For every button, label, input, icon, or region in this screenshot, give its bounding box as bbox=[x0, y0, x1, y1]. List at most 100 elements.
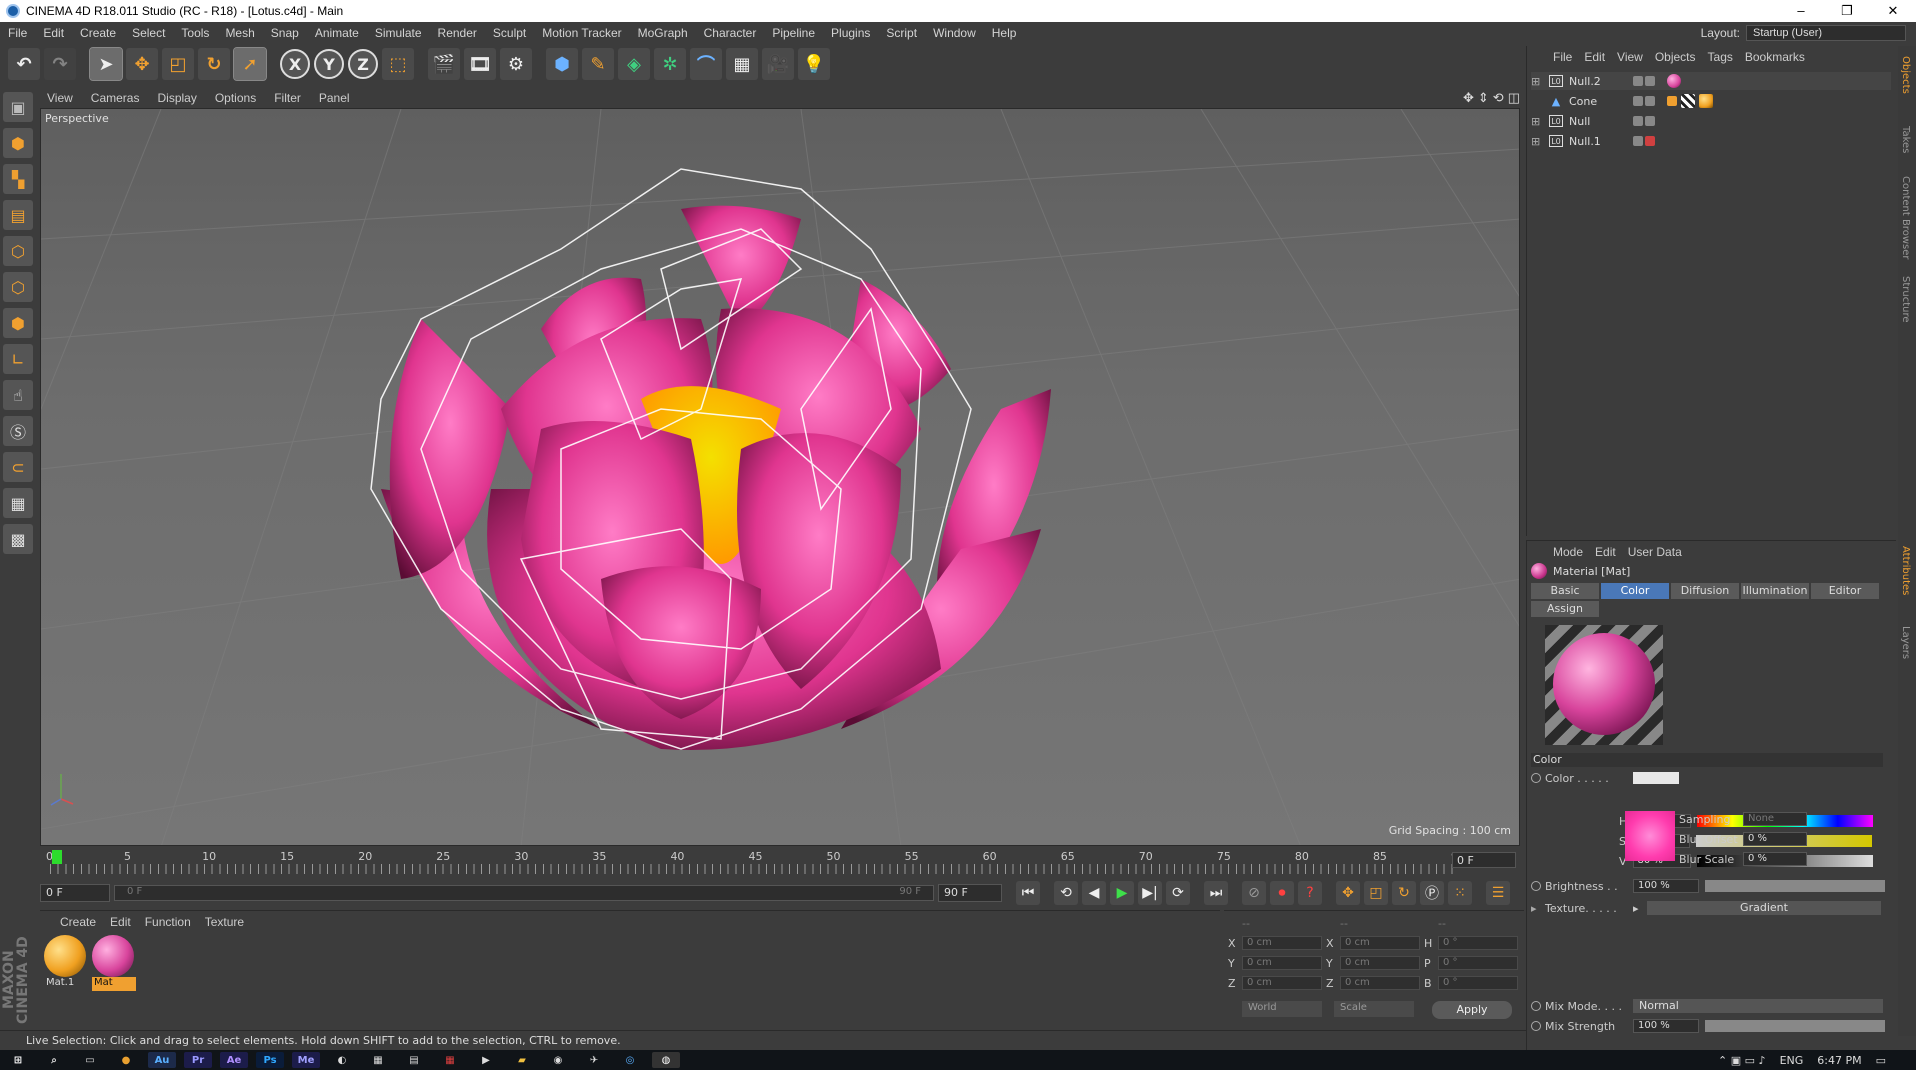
record-active-objects-icon[interactable]: ⊘ bbox=[1242, 881, 1266, 905]
record-rotation-icon[interactable]: ↻ bbox=[1392, 881, 1416, 905]
notifications-icon[interactable]: ▭ bbox=[1876, 1054, 1886, 1067]
menu-mesh[interactable]: Mesh bbox=[217, 26, 262, 40]
photoshop-icon[interactable]: Ps bbox=[256, 1052, 284, 1068]
zoom-view-icon[interactable]: ⇕ bbox=[1478, 90, 1489, 106]
minimize-button[interactable]: – bbox=[1778, 3, 1824, 19]
render-settings-icon[interactable]: ⚙ bbox=[500, 48, 532, 80]
objects-menu-tags[interactable]: Tags bbox=[1708, 50, 1733, 66]
media-encoder-icon[interactable]: Me bbox=[292, 1052, 320, 1068]
material-tag-icon[interactable] bbox=[1699, 94, 1713, 108]
menu-script[interactable]: Script bbox=[878, 26, 925, 40]
rotate-tool-icon[interactable]: ↻ bbox=[198, 48, 230, 80]
toggle-views-icon[interactable]: ◫ bbox=[1508, 90, 1520, 106]
autokeying-icon[interactable]: ⏺ bbox=[1270, 881, 1294, 905]
menu-simulate[interactable]: Simulate bbox=[367, 26, 430, 40]
viewport-menu-options[interactable]: Options bbox=[208, 91, 263, 105]
menu-render[interactable]: Render bbox=[430, 26, 485, 40]
light-icon[interactable]: 💡 bbox=[798, 48, 830, 80]
render-picture-viewer-icon[interactable]: 🎞 bbox=[464, 48, 496, 80]
chrome-icon[interactable]: ● bbox=[112, 1052, 140, 1068]
next-frame-icon[interactable]: ▶| bbox=[1138, 881, 1162, 905]
gradient-texture-preview[interactable] bbox=[1625, 811, 1675, 861]
dock-tab-objects[interactable]: Objects bbox=[1900, 56, 1911, 94]
apply-button[interactable]: Apply bbox=[1432, 1001, 1512, 1019]
attr-menu-edit[interactable]: Edit bbox=[1595, 545, 1616, 561]
cinema4d-taskbar-icon[interactable]: ◍ bbox=[652, 1052, 680, 1068]
redo-icon[interactable]: ↷ bbox=[44, 48, 76, 80]
dock-tab-layers[interactable]: Layers bbox=[1900, 626, 1911, 659]
texture-mode-icon[interactable]: ▚ bbox=[3, 164, 33, 194]
dock-tab-attributes[interactable]: Attributes bbox=[1900, 546, 1911, 595]
workplane-lock-icon[interactable]: ▦ bbox=[3, 488, 33, 518]
texture-tag-icon[interactable] bbox=[1681, 94, 1695, 108]
tab-illumination[interactable]: Illumination bbox=[1741, 583, 1809, 599]
end-frame-field[interactable]: 90 F bbox=[938, 884, 1002, 902]
material-menu-edit[interactable]: Edit bbox=[110, 915, 131, 929]
material-menu-create[interactable]: Create bbox=[60, 915, 96, 929]
y-axis-lock-icon[interactable]: Y bbox=[314, 49, 344, 79]
next-key-icon[interactable]: ⟳ bbox=[1166, 881, 1190, 905]
blur-scale-field[interactable]: 0 % bbox=[1743, 852, 1807, 866]
menu-motion-tracker[interactable]: Motion Tracker bbox=[534, 26, 629, 40]
3d-viewport[interactable]: Perspective Grid Spacing : 100 cm bbox=[40, 108, 1520, 846]
menu-mograph[interactable]: MoGraph bbox=[630, 26, 696, 40]
rotate-view-icon[interactable]: ⟲ bbox=[1493, 90, 1504, 106]
material-preview[interactable] bbox=[1545, 625, 1663, 745]
rotation-p-field[interactable]: 0 ° bbox=[1438, 956, 1518, 970]
audition-icon[interactable]: Au bbox=[148, 1052, 176, 1068]
visibility-toggle[interactable] bbox=[1633, 136, 1657, 146]
timeline-playhead[interactable] bbox=[52, 850, 62, 864]
coordinate-mode-dropdown[interactable]: World bbox=[1242, 1001, 1322, 1017]
animate-toggle-icon[interactable] bbox=[1531, 773, 1541, 783]
material-menu-texture[interactable]: Texture bbox=[205, 915, 244, 929]
camera-icon[interactable]: 🎥 bbox=[762, 48, 794, 80]
object-row-null2[interactable]: ⊞ L0 Null.2 bbox=[1531, 72, 1891, 90]
timeline-ruler[interactable]: 051015202530354045505560657075808590 0 F bbox=[40, 848, 1520, 876]
cube-primitive-icon[interactable]: ⬢ bbox=[546, 48, 578, 80]
material-thumbnail-mat[interactable]: Mat bbox=[92, 935, 136, 995]
z-axis-lock-icon[interactable]: Z bbox=[348, 49, 378, 79]
expand-arrow-icon[interactable]: ▸ bbox=[1531, 902, 1545, 915]
record-parameter-icon[interactable]: Ⓟ bbox=[1420, 881, 1444, 905]
size-z-field[interactable]: 0 cm bbox=[1340, 976, 1420, 990]
app-icon[interactable]: ◉ bbox=[544, 1052, 572, 1068]
tab-basic[interactable]: Basic bbox=[1531, 583, 1599, 599]
floor-scene-icon[interactable]: ▦ bbox=[726, 48, 758, 80]
search-icon[interactable]: ⌕ bbox=[40, 1052, 68, 1068]
size-y-field[interactable]: 0 cm bbox=[1340, 956, 1420, 970]
attr-menu-mode[interactable]: Mode bbox=[1553, 545, 1583, 561]
visibility-toggle[interactable] bbox=[1633, 116, 1657, 126]
animate-toggle-icon[interactable] bbox=[1531, 1021, 1541, 1031]
material-tag-icon[interactable] bbox=[1667, 74, 1681, 88]
object-row-null[interactable]: ⊞ L0 Null bbox=[1531, 112, 1891, 130]
menu-plugins[interactable]: Plugins bbox=[823, 26, 878, 40]
material-thumbnail-mat1[interactable]: Mat.1 bbox=[44, 935, 88, 995]
menu-select[interactable]: Select bbox=[124, 26, 173, 40]
sampling-dropdown[interactable]: None bbox=[1743, 812, 1807, 826]
lotus-model[interactable] bbox=[370, 168, 1051, 750]
menu-animate[interactable]: Animate bbox=[307, 26, 367, 40]
objects-menu-objects[interactable]: Objects bbox=[1655, 50, 1696, 66]
make-editable-icon[interactable]: ▣ bbox=[3, 92, 33, 122]
animate-toggle-icon[interactable] bbox=[1531, 881, 1541, 891]
menu-pipeline[interactable]: Pipeline bbox=[764, 26, 823, 40]
objects-menu-file[interactable]: File bbox=[1553, 50, 1572, 66]
material-menu-function[interactable]: Function bbox=[145, 915, 191, 929]
cloner-icon[interactable]: ✲ bbox=[654, 48, 686, 80]
menu-tools[interactable]: Tools bbox=[173, 26, 217, 40]
go-to-start-icon[interactable]: ⏮ bbox=[1016, 881, 1040, 905]
snap-icon[interactable]: ⊂ bbox=[3, 452, 33, 482]
object-row-null1[interactable]: ⊞ L0 Null.1 bbox=[1531, 132, 1891, 150]
position-z-field[interactable]: 0 cm bbox=[1242, 976, 1322, 990]
axis-mode-icon[interactable]: ∟ bbox=[3, 344, 33, 374]
task-view-icon[interactable]: ▭ bbox=[76, 1052, 104, 1068]
locked-workplane-icon[interactable]: ▩ bbox=[3, 524, 33, 554]
previous-key-icon[interactable]: ⟲ bbox=[1054, 881, 1078, 905]
x-axis-lock-icon[interactable]: X bbox=[280, 49, 310, 79]
menu-window[interactable]: Window bbox=[925, 26, 984, 40]
tab-color[interactable]: Color bbox=[1601, 583, 1669, 599]
pan-view-icon[interactable]: ✥ bbox=[1463, 90, 1474, 106]
go-to-end-icon[interactable]: ⏭ bbox=[1204, 881, 1228, 905]
model-mode-icon[interactable]: ⬢ bbox=[3, 128, 33, 158]
render-view-icon[interactable]: 🎬 bbox=[428, 48, 460, 80]
